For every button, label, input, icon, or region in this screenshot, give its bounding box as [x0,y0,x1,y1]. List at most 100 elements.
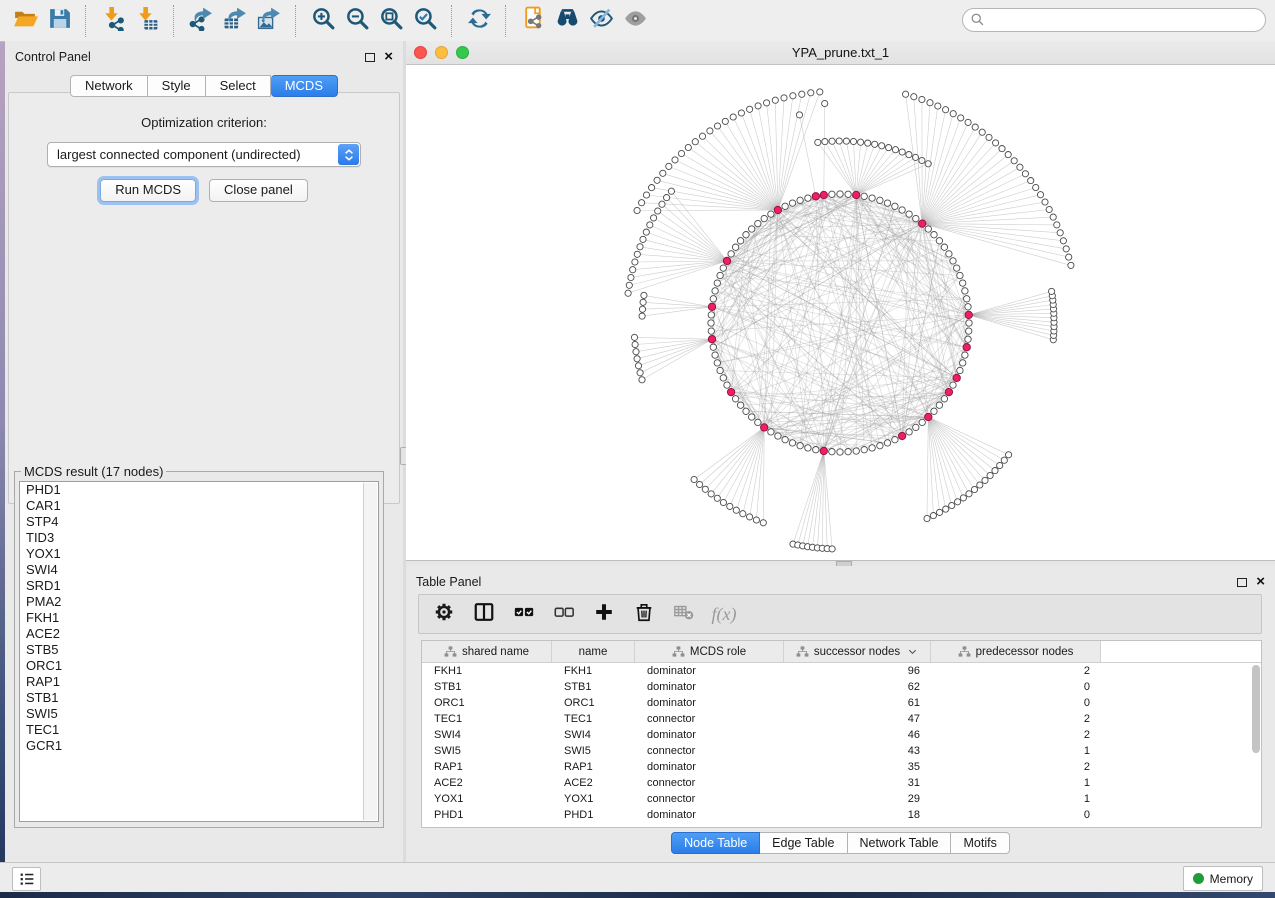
run-mcds-button[interactable]: Run MCDS [100,179,196,202]
table-row[interactable]: PHD1PHD1dominator180 [422,807,1261,823]
mcds-result-item[interactable]: STB1 [20,690,378,706]
delete-button[interactable] [631,601,657,627]
close-panel-icon[interactable]: × [1256,577,1265,587]
table-row[interactable]: SWI4SWI4dominator462 [422,727,1261,743]
cell-name: FKH1 [552,665,635,677]
import-table-button[interactable] [130,6,164,36]
delete-table-button[interactable] [671,601,697,627]
mcds-result-item[interactable]: TEC1 [20,722,378,738]
minimize-window-icon[interactable] [435,46,448,59]
tab-style[interactable]: Style [148,75,206,97]
mcds-result-item[interactable]: RAP1 [20,674,378,690]
memory-button[interactable]: Memory [1183,866,1263,891]
cell-shared-name: TEC1 [422,713,552,725]
cell-successor-nodes: 61 [784,697,931,709]
close-panel-icon[interactable]: × [384,52,393,62]
mcds-result-item[interactable]: SWI5 [20,706,378,722]
mcds-result-item[interactable]: GCR1 [20,738,378,754]
share-document-button[interactable] [516,6,550,36]
zoom-fit-button[interactable] [374,6,408,36]
export-image-button[interactable] [252,6,286,36]
network-canvas[interactable] [406,65,1275,560]
tab-edge-table[interactable]: Edge Table [760,832,847,854]
table-row[interactable]: FKH1FKH1dominator962 [422,663,1261,679]
function-button[interactable]: f(x) [711,601,737,627]
export-network-button[interactable] [184,6,218,36]
mcds-result-item[interactable]: SWI4 [20,562,378,578]
tab-network[interactable]: Network [70,75,148,97]
tab-node-table[interactable]: Node Table [671,832,760,854]
tab-mcds[interactable]: MCDS [271,75,338,97]
table-row[interactable]: TEC1TEC1connector472 [422,711,1261,727]
unselect-all-button[interactable] [551,601,577,627]
maximize-window-icon[interactable] [456,46,469,59]
table-row[interactable]: STB1STB1dominator620 [422,679,1261,695]
columns-button[interactable] [471,601,497,627]
column-header-MCDS-role[interactable]: MCDS role [635,641,784,662]
refresh-button[interactable] [462,6,496,36]
table-scrollbar-thumb[interactable] [1252,665,1260,753]
mcds-result-item[interactable]: SRD1 [20,578,378,594]
table-row[interactable]: ACE2ACE2connector311 [422,775,1261,791]
delete-table-icon [673,601,695,628]
close-window-icon[interactable] [414,46,427,59]
mcds-list-scrollbar[interactable] [363,483,377,820]
mcds-result-item[interactable]: PHD1 [20,482,378,498]
mcds-result-list[interactable]: PHD1CAR1STP4TID3YOX1SWI4SRD1PMA2FKH1ACE2… [19,481,379,822]
show-all-button[interactable] [618,6,652,36]
search-input[interactable] [962,8,1266,32]
mcds-result-item[interactable]: ORC1 [20,658,378,674]
cell-successor-nodes: 47 [784,713,931,725]
cell-shared-name: SWI4 [422,729,552,741]
mcds-result-item[interactable]: PMA2 [20,594,378,610]
table-row[interactable]: ORC1ORC1dominator610 [422,695,1261,711]
column-header-name[interactable]: name [552,641,635,662]
zoom-selected-button[interactable] [408,6,442,36]
zoom-in-button[interactable] [306,6,340,36]
table-row[interactable]: YOX1YOX1connector291 [422,791,1261,807]
network-window-titlebar[interactable]: YPA_prune.txt_1 [406,41,1275,65]
mcds-result-item[interactable]: FKH1 [20,610,378,626]
zoom-out-button[interactable] [340,6,374,36]
zoom-selected-icon [413,6,438,36]
open-folder-button[interactable] [8,6,42,36]
tab-motifs[interactable]: Motifs [951,832,1009,854]
mcds-result-item[interactable]: TID3 [20,530,378,546]
cell-successor-nodes: 62 [784,681,931,693]
criterion-dropdown[interactable]: largest connected component (undirected) [47,142,361,167]
hide-selected-button[interactable] [584,6,618,36]
save-button[interactable] [42,6,76,36]
column-header-shared-name[interactable]: shared name [422,641,552,662]
mcds-result-item[interactable]: STB5 [20,642,378,658]
open-folder-icon [13,6,38,36]
tab-network-table[interactable]: Network Table [848,832,952,854]
toolbar-separator [295,5,297,37]
close-panel-button[interactable]: Close panel [209,179,308,202]
sort-desc-icon [907,646,918,657]
import-network-button[interactable] [96,6,130,36]
select-all-icon [513,601,535,628]
hide-selected-icon [589,6,614,36]
panel-menu-button[interactable] [12,867,41,891]
cell-successor-nodes: 43 [784,745,931,757]
column-header-successor-nodes[interactable]: successor nodes [784,641,931,662]
optimization-criterion-label: Optimization criterion: [9,115,399,130]
table-panel: Table Panel × f(x) shared namenameMCDS r… [406,566,1275,862]
select-all-button[interactable] [511,601,537,627]
mcds-result-item[interactable]: CAR1 [20,498,378,514]
gear-button[interactable] [431,601,457,627]
table-row[interactable]: RAP1RAP1dominator352 [422,759,1261,775]
network-graph[interactable] [406,65,1275,560]
mcds-result-item[interactable]: STP4 [20,514,378,530]
mcds-result-item[interactable]: ACE2 [20,626,378,642]
mcds-result-item[interactable]: YOX1 [20,546,378,562]
add-button[interactable] [591,601,617,627]
table-row[interactable]: SWI5SWI5connector431 [422,743,1261,759]
tab-select[interactable]: Select [206,75,271,97]
export-table-button[interactable] [218,6,252,36]
search-network-button[interactable] [550,6,584,36]
column-header-predecessor-nodes[interactable]: predecessor nodes [931,641,1101,662]
float-window-icon[interactable] [1237,578,1247,587]
cell-name: ORC1 [552,697,635,709]
float-window-icon[interactable] [365,53,375,62]
